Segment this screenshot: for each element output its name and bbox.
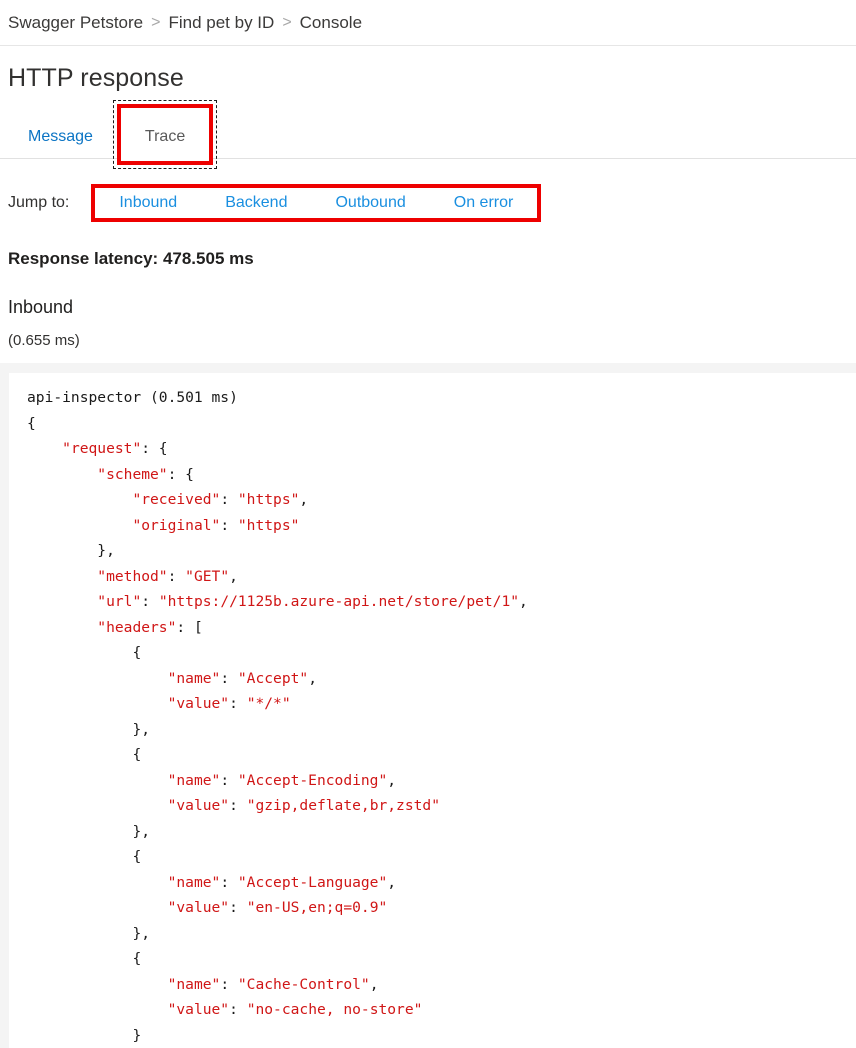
trace-json-content: api-inspector (0.501 ms) { "request": { …	[27, 385, 856, 1048]
jump-link-on-error[interactable]: On error	[442, 194, 526, 212]
page-title: HTTP response	[8, 64, 856, 93]
jump-link-backend[interactable]: Backend	[213, 194, 299, 212]
jump-to-label: Jump to:	[8, 194, 69, 212]
tab-message[interactable]: Message	[8, 115, 113, 158]
tab-trace-container: Trace	[119, 115, 211, 158]
jump-to-row: Jump to: Inbound Backend Outbound On err…	[0, 183, 856, 223]
jump-link-inbound[interactable]: Inbound	[107, 194, 189, 212]
annotation-box-jump-links: Inbound Backend Outbound On error	[91, 184, 541, 222]
trace-code-outer: api-inspector (0.501 ms) { "request": { …	[0, 363, 856, 1048]
response-tablist: Message Trace	[0, 115, 856, 159]
jump-link-outbound[interactable]: Outbound	[323, 194, 417, 212]
breadcrumb-separator-icon: >	[282, 14, 291, 32]
breadcrumb: Swagger Petstore > Find pet by ID > Cons…	[0, 0, 856, 46]
tab-trace[interactable]: Trace	[119, 115, 211, 158]
section-title-inbound: Inbound	[8, 297, 856, 318]
breadcrumb-item-operation[interactable]: Find pet by ID	[168, 13, 274, 33]
trace-code-panel[interactable]: api-inspector (0.501 ms) { "request": { …	[9, 373, 856, 1048]
breadcrumb-item-console[interactable]: Console	[300, 13, 362, 33]
response-latency: Response latency: 478.505 ms	[8, 249, 856, 269]
breadcrumb-separator-icon: >	[151, 14, 160, 32]
breadcrumb-item-api[interactable]: Swagger Petstore	[8, 13, 143, 33]
section-duration-inbound: (0.655 ms)	[8, 332, 856, 349]
